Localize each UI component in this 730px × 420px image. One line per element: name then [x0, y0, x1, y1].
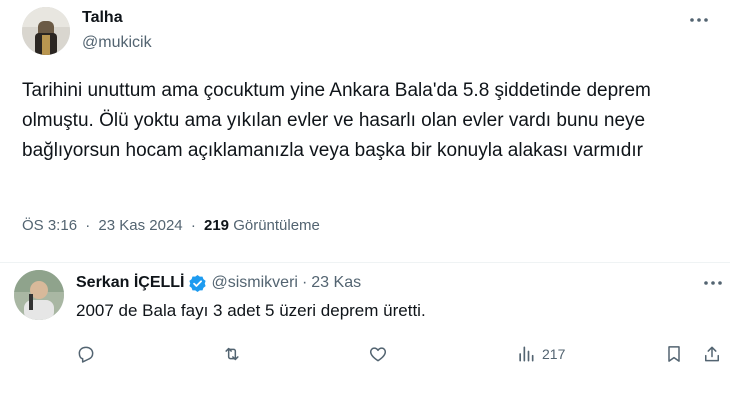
- tweet-time[interactable]: ÖS 3:16: [22, 217, 77, 234]
- more-horizontal-icon: [704, 281, 722, 285]
- heart-icon: [369, 347, 387, 362]
- bookmark-button[interactable]: [664, 343, 684, 365]
- share-button[interactable]: [702, 343, 722, 365]
- views-count: 217: [542, 346, 566, 362]
- verified-badge-icon[interactable]: [188, 274, 207, 293]
- tweet-text: Tarihini unuttum ama çocuktum yine Ankar…: [22, 80, 651, 161]
- avatar-image: [22, 7, 70, 55]
- tweet-meta: ÖS 3:16 · 23 Kas 2024 · 219 Görüntüleme: [22, 216, 320, 236]
- views-bar-chart-icon: [519, 346, 534, 362]
- retweet-button[interactable]: [222, 343, 242, 365]
- meta-separator: ·: [190, 217, 196, 234]
- author-name[interactable]: Talha: [82, 8, 123, 28]
- reply-icon: [78, 346, 94, 363]
- more-icon[interactable]: [687, 8, 711, 32]
- reply-text: 2007 de Bala fayı 3 adet 5 üzeri deprem …: [76, 301, 426, 320]
- header-separator: ·: [301, 274, 308, 291]
- avatar[interactable]: [22, 7, 70, 55]
- reply-avatar[interactable]: [14, 270, 64, 320]
- reply-author-name[interactable]: Serkan İÇELLİ: [76, 272, 184, 294]
- more-icon[interactable]: [701, 271, 725, 295]
- views-button[interactable]: 217: [516, 343, 565, 365]
- reply-button[interactable]: [76, 343, 96, 365]
- reply-header: Serkan İÇELLİ @sismikveri · 23 Kas: [76, 272, 361, 294]
- reply-author-handle[interactable]: @sismikveri: [211, 272, 297, 294]
- bookmark-icon: [668, 346, 680, 362]
- reply-date[interactable]: 23 Kas: [311, 272, 361, 294]
- main-tweet: Talha @mukicik Tarihini unuttum ama çocu…: [0, 0, 730, 263]
- views-count: 219: [203, 217, 230, 234]
- like-button[interactable]: [368, 343, 388, 365]
- retweet-icon: [225, 347, 239, 361]
- share-icon: [705, 346, 719, 362]
- meta-separator: ·: [85, 217, 91, 234]
- more-horizontal-icon: [690, 18, 708, 22]
- tweet-date[interactable]: 23 Kas 2024: [98, 217, 182, 234]
- author-handle[interactable]: @mukicik: [82, 33, 152, 53]
- avatar-image: [14, 270, 64, 320]
- views-label: Görüntüleme: [233, 217, 320, 234]
